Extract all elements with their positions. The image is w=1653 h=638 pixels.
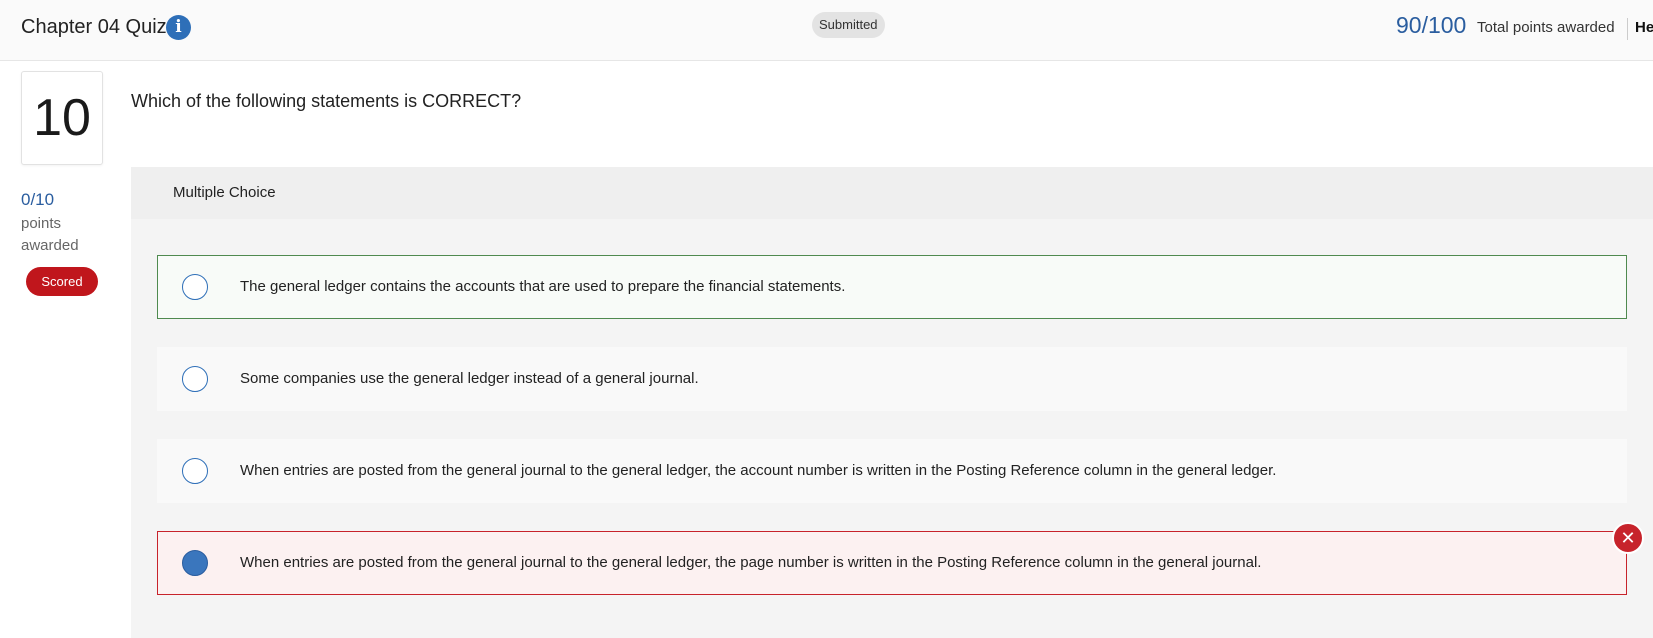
quiz-title: Chapter 04 Quiz [21, 16, 167, 38]
choice-text: When entries are posted from the general… [240, 554, 1262, 571]
choice-2[interactable]: Some companies use the general ledger in… [157, 347, 1627, 411]
choice-3[interactable]: When entries are posted from the general… [157, 439, 1627, 503]
question-text: Which of the following statements is COR… [131, 91, 522, 111]
top-bar: Chapter 04 Quiz i Submitted 90/100 Total… [0, 0, 1653, 61]
radio-button[interactable] [182, 274, 208, 300]
question-number-box: 10 [21, 71, 103, 165]
choice-4[interactable]: When entries are posted from the general… [157, 531, 1627, 595]
choice-text: Some companies use the general ledger in… [240, 370, 699, 387]
radio-button[interactable] [182, 458, 208, 484]
total-points: 90/100 [1396, 12, 1467, 38]
x-circle-icon: ✕ [1612, 522, 1644, 554]
radio-button[interactable] [182, 366, 208, 392]
choice-text: The general ledger contains the accounts… [240, 278, 846, 295]
info-icon[interactable]: i [166, 15, 191, 40]
choice-text: When entries are posted from the general… [240, 462, 1277, 479]
scored-badge: Scored [26, 267, 98, 296]
answer-panel: Multiple Choice The general ledger conta… [131, 167, 1653, 638]
radio-button-selected[interactable] [182, 550, 208, 576]
status-badge: Submitted [812, 12, 885, 38]
header-divider [1627, 18, 1628, 40]
question-points: 0/10 [21, 190, 55, 209]
question-number: 10 [33, 89, 91, 147]
question-points-label: points awarded [21, 215, 79, 254]
question-type-header: Multiple Choice [131, 167, 1653, 219]
choice-1[interactable]: The general ledger contains the accounts… [157, 255, 1627, 319]
total-points-label: Total points awarded [1477, 19, 1615, 36]
question-type-label: Multiple Choice [173, 184, 276, 201]
help-link[interactable]: Help [1635, 19, 1653, 36]
